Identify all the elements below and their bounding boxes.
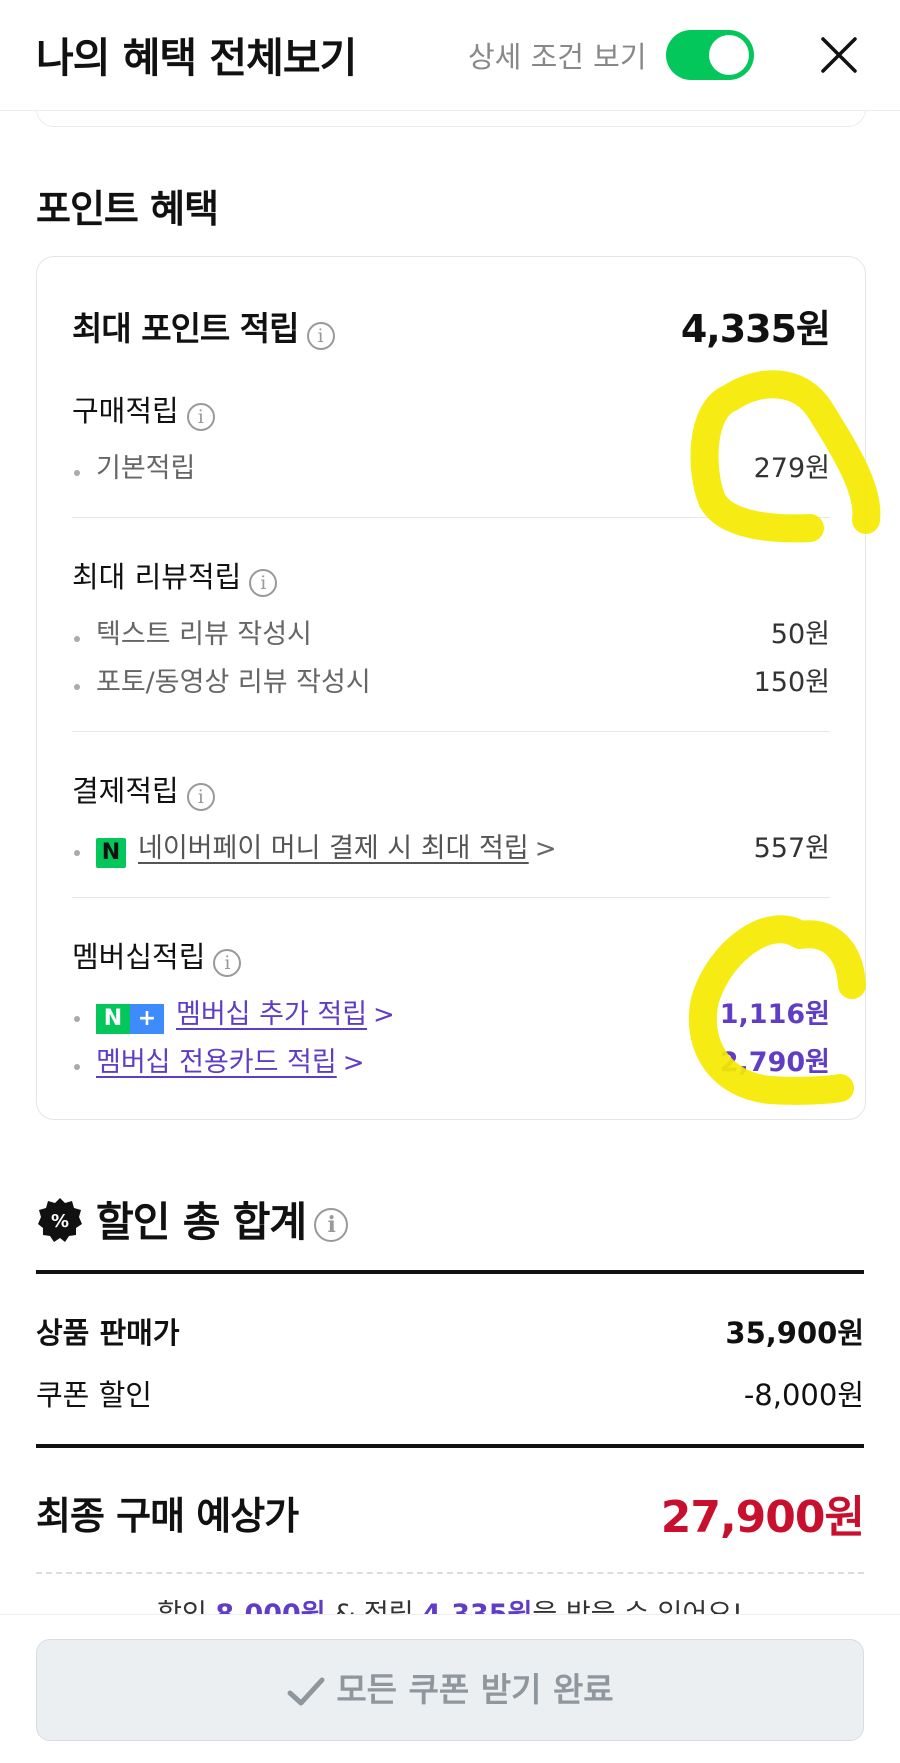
list-item: 기본적립 279원 — [72, 446, 830, 485]
page-title: 나의 혜택 전체보기 — [36, 34, 357, 82]
max-point-row: 최대 포인트 적립 i 4,335원 — [72, 302, 831, 351]
bullet — [74, 469, 80, 476]
close-icon[interactable] — [816, 32, 862, 78]
info-icon[interactable]: i — [186, 782, 215, 811]
info-icon[interactable]: i — [213, 948, 242, 977]
detail-toggle-switch[interactable] — [666, 30, 754, 80]
button-label: 모든 쿠폰 받기 완료 — [336, 1670, 614, 1709]
footer: 모든 쿠폰 받기 완료 — [0, 1614, 900, 1763]
review-group-header: 최대 리뷰적립 i — [72, 554, 830, 597]
divider-thick — [36, 1444, 864, 1448]
final-price-value: 27,900원 — [660, 1492, 865, 1543]
row-value: -8,000원 — [743, 1378, 864, 1412]
final-price-label: 최종 구매 예상가 — [36, 1494, 299, 1538]
chevron-right-icon: > — [534, 834, 557, 864]
sale-price-row: 상품 판매가 35,900원 — [36, 1310, 864, 1352]
list-item: 텍스트 리뷰 작성시 50원 — [72, 612, 830, 651]
info-icon[interactable]: i — [306, 321, 335, 350]
list-item: N 네이버페이 머니 결제 시 최대 적립 > 557원 — [72, 826, 830, 868]
membership-extra-link[interactable]: 멤버십 추가 적립 — [176, 999, 367, 1030]
coupon-discount-row: 쿠폰 할인 -8,000원 — [36, 1372, 864, 1414]
item-value: 279원 — [753, 453, 830, 484]
chevron-right-icon: > — [342, 1048, 365, 1078]
bullet — [74, 635, 80, 642]
discount-title-text: 할인 총 합계 — [96, 1198, 307, 1246]
list-item: 멤버십 전용카드 적립 > 2,790원 — [72, 1040, 830, 1079]
list-item: 포토/동영상 리뷰 작성시 150원 — [72, 660, 830, 699]
row-value: 35,900원 — [725, 1316, 864, 1350]
final-price-row: 최종 구매 예상가 27,900원 — [36, 1485, 865, 1543]
item-label: 기본적립 — [96, 453, 196, 484]
naverpay-link[interactable]: 네이버페이 머니 결제 시 최대 적립 — [138, 833, 529, 864]
item-value: 2,790원 — [719, 1047, 830, 1078]
info-icon[interactable]: i — [186, 402, 215, 431]
membership-card-link[interactable]: 멤버십 전용카드 적립 — [96, 1047, 337, 1078]
membership-group-label: 멤버십적립 — [72, 940, 206, 974]
bullet — [74, 1015, 80, 1022]
purchase-group-label: 구매적립 — [72, 394, 179, 428]
item-value: 150원 — [753, 667, 830, 698]
row-label: 상품 판매가 — [36, 1316, 180, 1350]
purchase-group-header: 구매적립 i — [72, 388, 830, 431]
bullet — [74, 849, 80, 856]
divider-thick — [36, 1270, 864, 1274]
check-icon — [287, 1677, 325, 1705]
max-point-label: 최대 포인트 적립 — [72, 309, 299, 348]
toggle-knob — [709, 35, 749, 75]
all-coupons-received-button[interactable]: 모든 쿠폰 받기 완료 — [36, 1639, 864, 1741]
divider — [72, 731, 830, 732]
list-item: N + 멤버십 추가 적립 > 1,116원 — [72, 992, 830, 1034]
item-label: 텍스트 리뷰 작성시 — [96, 619, 312, 650]
divider — [72, 897, 830, 898]
detail-toggle-label: 상세 조건 보기 — [468, 40, 647, 74]
review-group-label: 최대 리뷰적립 — [72, 560, 242, 594]
item-label: 포토/동영상 리뷰 작성시 — [96, 667, 371, 698]
discount-section-title: 할인 총 합계 i — [96, 1188, 349, 1248]
payment-group-header: 결제적립 i — [72, 768, 830, 811]
naverpay-icon: N — [96, 837, 126, 868]
bullet — [74, 683, 80, 690]
chevron-right-icon: > — [373, 1000, 395, 1030]
item-value: 557원 — [753, 833, 830, 864]
item-value: 50원 — [770, 619, 830, 650]
divider — [72, 517, 830, 518]
info-icon[interactable]: i — [314, 1208, 349, 1242]
payment-group-label: 결제적립 — [72, 774, 179, 808]
percent-badge-icon: % — [38, 1198, 82, 1242]
header: 나의 혜택 전체보기 상세 조건 보기 — [0, 0, 900, 111]
naver-plus-icon: N + — [96, 1003, 164, 1034]
bullet — [74, 1063, 80, 1070]
row-label: 쿠폰 할인 — [36, 1378, 152, 1412]
item-value: 1,116원 — [719, 999, 830, 1030]
membership-group-header: 멤버십적립 i — [72, 934, 830, 977]
point-section-title: 포인트 혜택 — [36, 187, 219, 231]
info-icon[interactable]: i — [249, 568, 278, 597]
dashed-divider — [36, 1572, 864, 1574]
max-point-value: 4,335원 — [680, 307, 831, 351]
svg-text:%: % — [51, 1211, 69, 1232]
